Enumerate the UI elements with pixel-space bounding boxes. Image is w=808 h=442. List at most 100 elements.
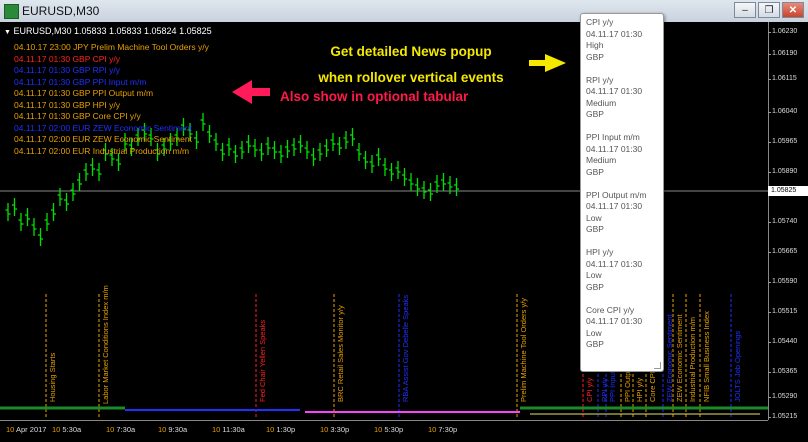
popup-entry-impact: Low: [586, 212, 602, 223]
time-tick-label: 10 3:30p: [320, 425, 349, 434]
news-list-item[interactable]: 04.10.17 23:00 JPY Prelim Machine Tool O…: [14, 42, 209, 54]
event-label[interactable]: CPI y/y: [585, 378, 594, 402]
time-tick-label: 10 7:30p: [428, 425, 457, 434]
popup-entry-currency: GBP: [586, 339, 604, 349]
current-price-label: 1.05825: [768, 186, 808, 196]
annotation-line-2: when rollover vertical events: [318, 70, 504, 85]
price-tick-label: 1.06115: [768, 75, 797, 82]
event-label[interactable]: BRC Retail Sales Monitor y/y: [336, 305, 345, 402]
time-tick-time: 7:30p: [436, 425, 458, 434]
popup-entry-currency: GBP: [586, 51, 604, 62]
event-label[interactable]: ZEW Economic Sentiment: [665, 314, 674, 402]
chart-window: EURUSD,M30 ‒ ❐ ✕ ▼ EURUSD,M30 1.05833 1.…: [0, 0, 808, 442]
price-tick-label: 1.05365: [767, 368, 798, 375]
popup-entry-time: 04.11.17 01:30: [586, 86, 643, 96]
popup-entry-time: 04.11.17 01:30: [586, 316, 643, 326]
popup-entry-impact: Low: [586, 270, 602, 280]
time-tick-label: 10 11:30a: [212, 425, 245, 434]
popup-news-entry: Core CPI y/y 04.11.17 01:30 Low GBP: [586, 305, 642, 351]
price-tick-label: 1.05890: [767, 168, 798, 175]
price-tick-label: 1.05965: [767, 138, 798, 145]
time-tick-label: 10 5:30a: [52, 425, 81, 434]
popup-news-entry: PPI Output m/m 04.11.17 01:30 Low GBP: [586, 190, 646, 236]
price-tick-label: 1.06190: [767, 50, 798, 57]
popup-entry-title: PPI Output m/m: [586, 189, 647, 200]
popup-entry-time: 04.11.17 01:30: [586, 143, 643, 154]
price-tick-label: 1.05665: [767, 248, 798, 255]
popup-entry-impact: Low: [586, 327, 602, 338]
popup-entry-title: RPI y/y: [586, 74, 614, 85]
popup-news-entry: HPI y/y 04.11.17 01:30 Low GBP: [586, 247, 642, 293]
annotation-line-1: Get detailed News popup: [330, 44, 492, 59]
maximize-button[interactable]: ❐: [758, 2, 780, 18]
event-label[interactable]: Labor Market Conditions Index m/m: [101, 285, 110, 404]
symbol-quote: EURUSD,M30 1.05833 1.05833 1.05824 1.058…: [13, 26, 212, 36]
event-label[interactable]: Prelim Machine Tool Orders y/y: [519, 298, 528, 402]
window-title: EURUSD,M30: [22, 4, 100, 18]
title-bar[interactable]: EURUSD,M30 ‒ ❐ ✕: [0, 0, 808, 23]
event-label[interactable]: HPI y/y: [635, 378, 644, 402]
time-tick-label: 10 7:30a: [106, 425, 135, 434]
news-list-item[interactable]: 04.11.17 01:30 GBP Core CPI y/y: [14, 111, 209, 123]
time-tick-time: 1:30p: [274, 425, 296, 434]
time-tick-label: 10 5:30p: [374, 425, 403, 434]
time-tick-time: 9:30a: [166, 425, 188, 434]
time-axis[interactable]: 10 Apr 2017 10 5:30a 10 7:30a 10 9:30a 10 11…: [0, 420, 768, 442]
news-list-item[interactable]: 04.11.17 01:30 GBP CPI y/y: [14, 54, 209, 66]
news-popup[interactable]: CPI y/y 04.11.17 01:30 High GBP RPI y/y 04.11…: [580, 13, 664, 372]
news-list-item[interactable]: 04.11.17 02:00 EUR ZEW Economic Sentimen…: [14, 134, 209, 146]
time-tick-label: 10 9:30a: [158, 425, 187, 434]
event-label[interactable]: JOLTS Job Openings: [733, 331, 742, 402]
popup-entry-impact: Medium: [586, 155, 617, 165]
news-list-item[interactable]: 04.11.17 01:30 GBP RPI y/y: [14, 65, 209, 77]
popup-news-entry: PPI Input m/m 04.11.17 01:30 Medium GBP: [586, 132, 642, 178]
event-label[interactable]: Industrial Production m/m: [688, 317, 697, 402]
event-label[interactable]: Housing Starts: [48, 353, 57, 402]
symbol-info: ▼ EURUSD,M30 1.05833 1.05833 1.05824 1.0…: [4, 26, 212, 36]
event-label[interactable]: RBA Assist Gov Debelle Speaks: [401, 295, 410, 402]
time-tick-label: 10 1:30p: [266, 425, 295, 434]
time-tick-time: 11:30a: [220, 425, 245, 434]
dropdown-triangle-icon: ▼: [4, 29, 11, 36]
price-tick-label: 1.05215: [767, 413, 798, 420]
price-tick-label: 1.05590: [767, 278, 798, 285]
event-label[interactable]: Fed Chair Yellen Speaks: [258, 320, 267, 402]
news-list-item[interactable]: 04.11.17 01:30 GBP PPI Output m/m: [14, 88, 209, 100]
popup-entry-currency: GBP: [586, 224, 604, 234]
popup-entry-currency: GBP: [586, 109, 604, 119]
resize-grip-icon[interactable]: [654, 362, 661, 369]
popup-entry-time: 04.11.17 01:30: [586, 258, 643, 269]
popup-news-entry: RPI y/y 04.11.17 01:30 Medium GBP: [586, 75, 642, 121]
time-tick-time: Apr 2017: [14, 425, 47, 434]
price-tick-label: 1.05290: [767, 393, 798, 400]
news-list-panel: 04.10.17 23:00 JPY Prelim Machine Tool O…: [14, 42, 209, 157]
minimize-button[interactable]: ‒: [734, 2, 756, 18]
event-label[interactable]: NFIB Small Business Index: [702, 311, 711, 402]
time-tick-time: 7:30a: [114, 425, 136, 434]
news-list-item[interactable]: 04.11.17 01:30 GBP PPI Input m/m: [14, 77, 209, 89]
popup-entry-impact: High: [586, 40, 604, 50]
popup-news-entry: CPI y/y 04.11.17 01:30 High GBP: [586, 17, 642, 63]
time-tick-time: 5:30p: [382, 425, 404, 434]
popup-entry-time: 04.11.17 01:30: [586, 28, 643, 39]
price-tick-label: 1.05740: [767, 218, 798, 225]
news-list-item[interactable]: 04.11.17 01:30 GBP HPI y/y: [14, 100, 209, 112]
annotation-popup-text: Get detailed News popup when rollover ve…: [296, 39, 526, 91]
news-list-item[interactable]: 04.11.17 02:00 EUR ZEW Economic Sentimen…: [14, 123, 209, 135]
time-tick-time: 3:30p: [328, 425, 350, 434]
popup-entry-currency: GBP: [586, 166, 604, 177]
popup-entry-title: PPI Input m/m: [586, 132, 640, 142]
chart-app-icon: [4, 4, 19, 19]
price-axis[interactable]: 1.06230 1.06190 1.06115 1.06040 1.05965 1.058…: [767, 22, 808, 420]
popup-entry-impact: Medium: [586, 97, 617, 108]
price-tick-label: 1.06040: [767, 108, 798, 115]
close-button[interactable]: ✕: [782, 2, 804, 18]
price-tick-label: 1.06230: [767, 28, 798, 35]
event-label[interactable]: ZEW Economic Sentiment: [675, 314, 684, 402]
time-tick-time: 5:30a: [60, 425, 82, 434]
popup-entry-title: HPI y/y: [586, 247, 614, 257]
price-tick-label: 1.05440: [767, 338, 798, 345]
popup-entry-title: CPI y/y: [586, 17, 614, 27]
price-tick-label: 1.05515: [767, 308, 798, 315]
news-list-item[interactable]: 04.11.17 02:00 EUR Industrial Production…: [14, 146, 209, 158]
